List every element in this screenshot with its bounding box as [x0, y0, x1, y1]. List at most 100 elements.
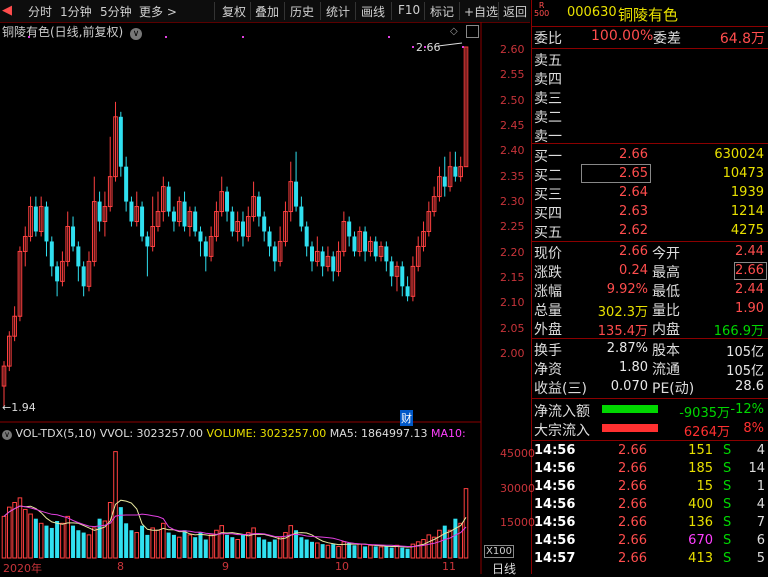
candle — [463, 46, 469, 168]
volume-bar — [28, 513, 33, 559]
tick-side: S — [723, 443, 732, 458]
tick-time: 14:56 — [534, 533, 576, 548]
overlay-button[interactable]: 叠加 — [255, 3, 279, 20]
volume-bar — [400, 547, 405, 558]
volume-bar — [415, 541, 421, 559]
bid-volume: 1939 — [730, 185, 764, 200]
candle — [235, 211, 240, 242]
volume-bar — [22, 508, 28, 559]
price-tick: 2.45 — [500, 119, 525, 132]
tick-price: 2.66 — [618, 443, 647, 458]
volume-bar — [134, 532, 140, 559]
tick-row: 14:56 2.66 185 S 14 — [531, 461, 768, 479]
tick-volume: 185 — [688, 461, 713, 476]
candle — [107, 136, 113, 212]
candle — [415, 236, 421, 272]
back-button[interactable]: 返回 — [503, 3, 527, 20]
candle — [405, 276, 410, 302]
candle — [102, 191, 108, 237]
stock-name: 铜陵有色 — [618, 6, 679, 24]
volume-bar — [208, 534, 214, 559]
flow-bar — [602, 424, 658, 432]
bid-volume: 630024 — [714, 147, 764, 162]
volume-bar — [1, 515, 7, 559]
candle — [113, 101, 118, 182]
candle — [304, 221, 309, 257]
volume-bar — [225, 534, 230, 558]
tick-count: 7 — [756, 515, 765, 530]
f10-button[interactable]: F10 — [398, 3, 420, 17]
candle — [277, 226, 283, 267]
candle — [421, 221, 426, 252]
candle — [442, 156, 447, 197]
stats-button[interactable]: 统计 — [326, 3, 350, 20]
stat-value: 0.070 — [610, 379, 648, 394]
tab-intraday[interactable]: 分时 — [28, 3, 52, 20]
tick-volume: 670 — [688, 533, 713, 548]
price-tick: 2.40 — [500, 144, 525, 158]
tick-time: 14:56 — [534, 479, 576, 494]
stat-value: 302.3万 — [597, 305, 648, 320]
candle — [187, 206, 193, 237]
volume-bar — [373, 546, 378, 558]
stat-label: 量比 — [652, 303, 680, 319]
stat-label: PE(动) — [652, 381, 695, 397]
stat-value: 0.24 — [619, 263, 648, 278]
volume-bar — [81, 532, 86, 558]
volume-bar — [262, 539, 267, 558]
tab-1min[interactable]: 1分钟 — [60, 3, 92, 20]
volume-bar — [442, 525, 447, 558]
candle — [251, 181, 256, 222]
candle — [28, 196, 33, 242]
adjust-button[interactable]: 复权 — [222, 3, 246, 20]
selected-bid-box[interactable] — [581, 164, 651, 183]
candle — [447, 151, 453, 192]
candle — [171, 206, 176, 232]
price-tick: 2.60 — [500, 43, 525, 56]
volume-bar — [347, 542, 352, 558]
candle — [65, 211, 71, 267]
candle — [453, 151, 458, 182]
candle — [320, 246, 325, 277]
candle — [38, 196, 44, 237]
stat-value: 2.44 — [735, 244, 764, 259]
selected-value-box[interactable] — [734, 262, 767, 280]
weibi-row: 委比 100.00% 委差 64.8万 — [534, 28, 765, 47]
volume-bar — [71, 525, 76, 558]
stat-label: 总量 — [534, 303, 562, 319]
volume-bar — [453, 518, 458, 558]
period-label[interactable]: 日线 — [492, 560, 516, 577]
stat-value: 135.4万 — [597, 324, 648, 339]
tick-count: 14 — [748, 461, 765, 476]
add-watchlist-button[interactable]: +自选 — [464, 3, 498, 20]
more-menu[interactable]: 更多 > — [139, 3, 177, 20]
tick-count: 1 — [756, 479, 765, 494]
stat-value: 9.92% — [606, 282, 648, 297]
candle — [118, 111, 123, 177]
tab-5min[interactable]: 5分钟 — [100, 3, 132, 20]
volume-bar — [310, 541, 314, 558]
flow-value: 6264万 — [683, 425, 730, 440]
draw-button[interactable]: 画线 — [361, 3, 385, 20]
volume-bar — [107, 502, 113, 559]
candle — [352, 231, 357, 257]
financial-report-badge[interactable]: 财 — [400, 410, 413, 426]
candle-series — [1, 46, 469, 406]
tick-price: 2.66 — [618, 479, 647, 494]
candle — [437, 166, 442, 202]
dropdown-icon[interactable]: ◀ — [2, 3, 12, 18]
candle — [198, 226, 203, 257]
mark-button[interactable]: 标记 — [430, 3, 454, 20]
stock-code: 000630 — [567, 5, 617, 20]
volume-bar — [304, 539, 309, 558]
chevron-down-icon[interactable]: ∨ — [2, 430, 12, 440]
tick-volume: 15 — [696, 479, 713, 494]
candle — [240, 211, 245, 247]
price-tick: 2.55 — [500, 68, 525, 82]
candle — [81, 261, 86, 297]
candle — [394, 261, 400, 292]
kline-chart — [0, 22, 482, 574]
candle — [49, 236, 54, 277]
history-button[interactable]: 历史 — [290, 3, 314, 20]
candle — [389, 256, 394, 287]
